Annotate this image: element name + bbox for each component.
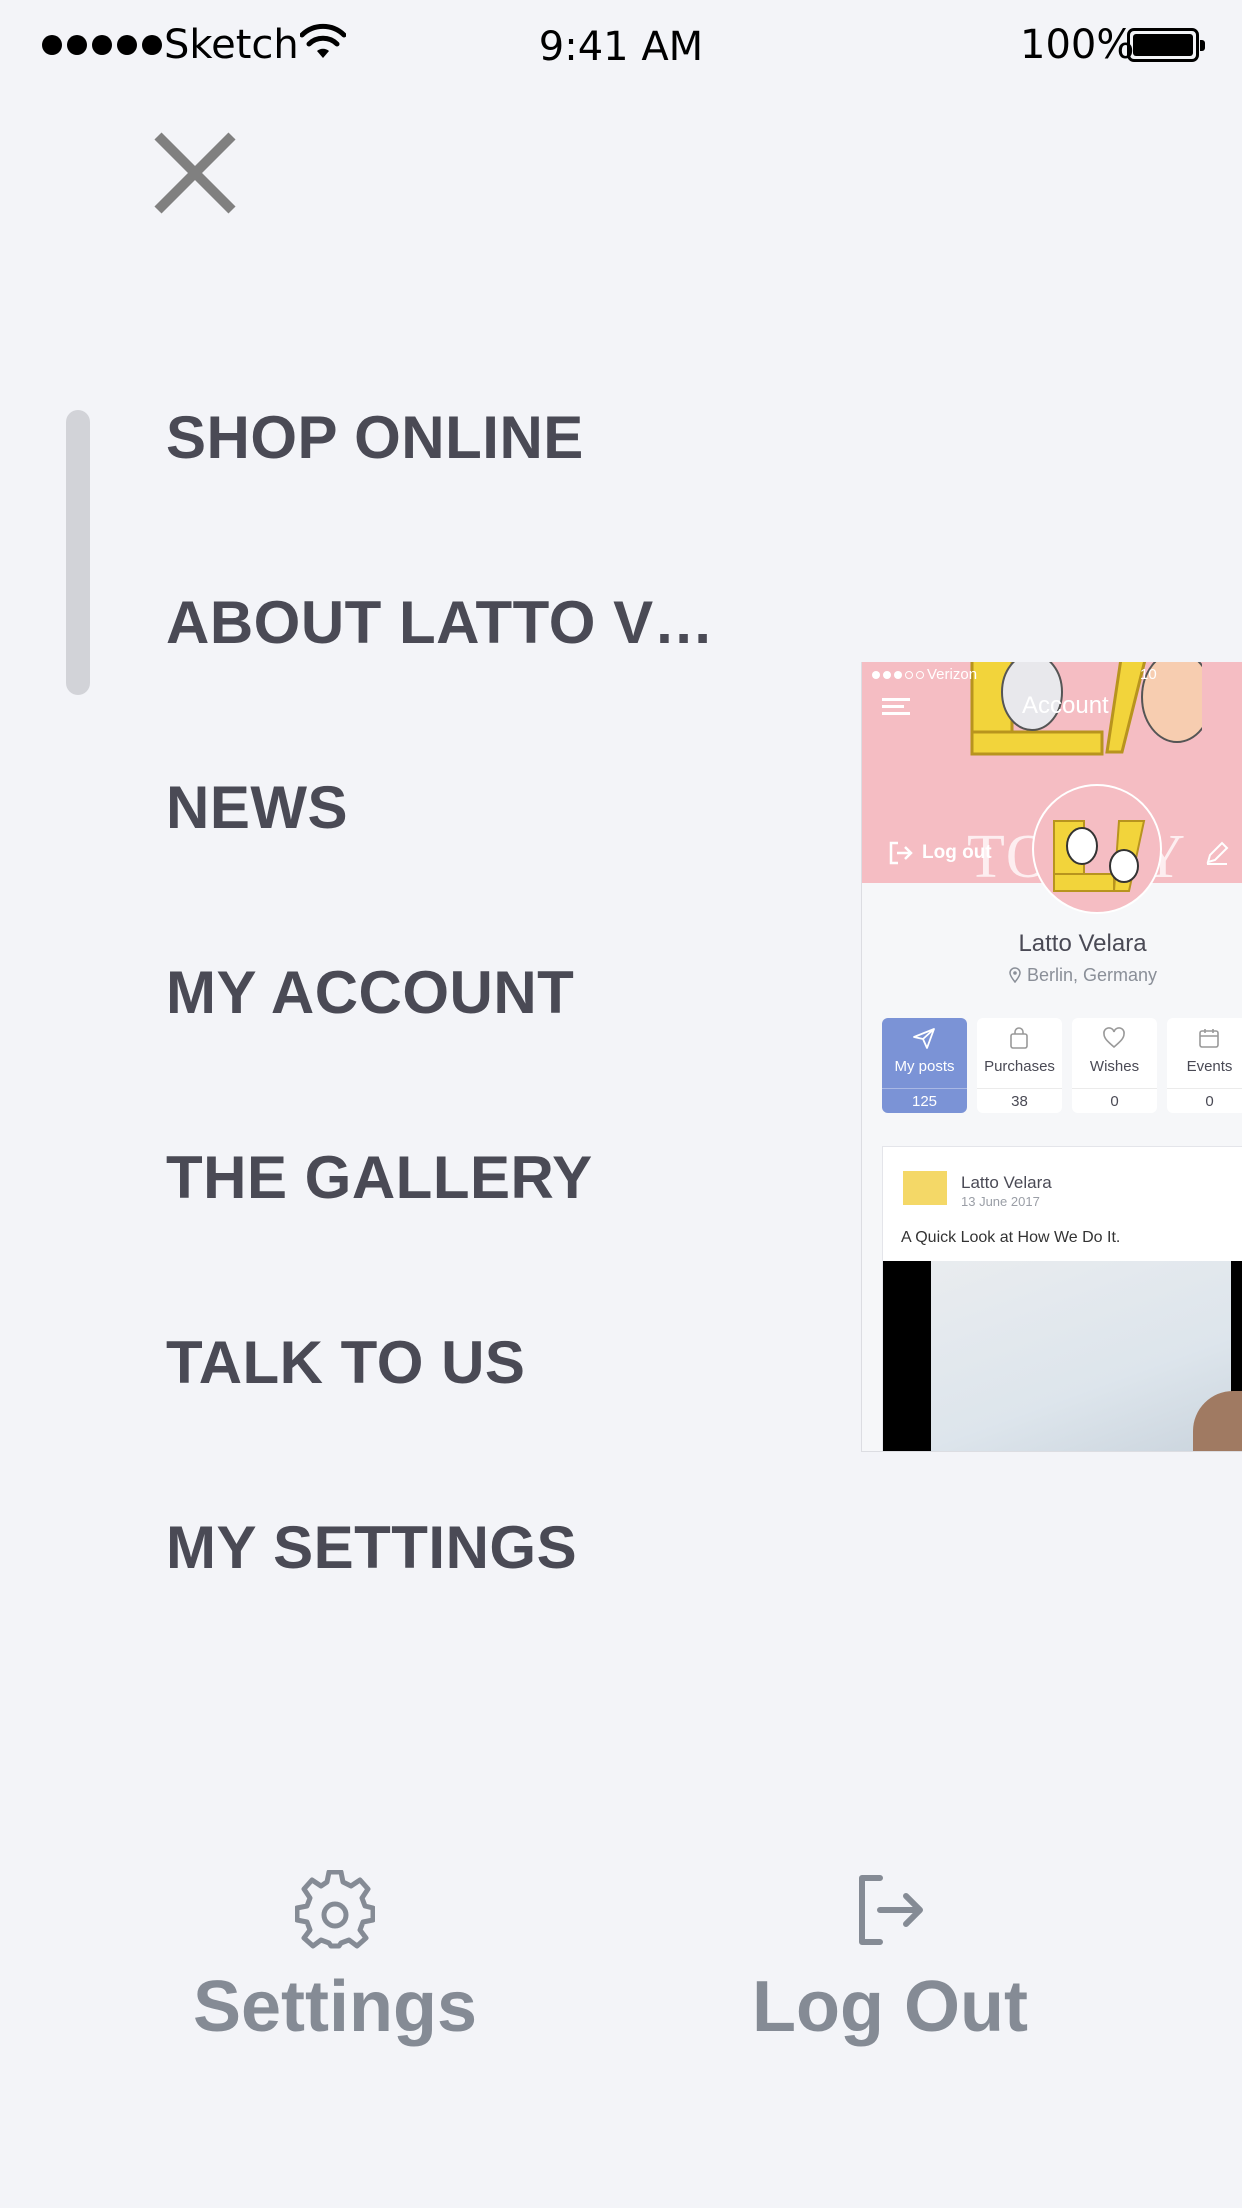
send-icon [913,1028,935,1049]
avatar-logo [1053,820,1146,892]
logout-icon [889,841,913,865]
menu-item-label: SHOP ONLINE [166,404,584,471]
menu-item-label: MY ACCOUNT [166,959,575,1026]
profile-stats: My posts 125 Purchases 38 Wishes 0 Event… [882,1018,1242,1113]
bag-icon [1010,1027,1028,1049]
menu-item-label: MY SETTINGS [166,1514,578,1581]
side-menu: SHOP ONLINE ABOUT LATTO V… NEWS MY ACCOU… [166,395,726,1690]
logout-icon [859,1875,923,1945]
preview-status-bar: Verizon 10 [872,666,1157,683]
stat-my-posts[interactable]: My posts 125 [882,1018,967,1113]
menu-item-news[interactable]: NEWS [166,765,726,950]
gear-icon [295,1870,375,1949]
stat-value: 0 [1072,1088,1157,1110]
heart-icon [1103,1027,1125,1049]
post-video[interactable] [883,1261,1242,1451]
post-author: Latto Velara [961,1173,1052,1192]
menu-item-my-settings[interactable]: MY SETTINGS [166,1505,726,1690]
settings-button[interactable]: Settings [185,1870,485,2048]
location-label: Berlin, Germany [1026,965,1158,985]
battery-percentage: 100% [1020,22,1135,68]
post-author-avatar [903,1171,947,1205]
stat-events[interactable]: Events 0 [1167,1018,1242,1113]
calendar-icon [1199,1029,1219,1048]
stat-value: 125 [882,1088,967,1110]
menu-item-shop-online[interactable]: SHOP ONLINE [166,395,726,580]
preview-battery: 10 [1140,666,1157,683]
menu-item-talk-to-us[interactable]: TALK TO US [166,1320,726,1505]
status-bar: Sketch 9:41 AM 100% [0,0,1242,90]
close-icon [154,132,236,214]
stat-label: Purchases [984,1058,1055,1075]
menu-item-the-gallery[interactable]: THE GALLERY [166,1135,726,1320]
menu-item-label: NEWS [166,774,348,841]
close-button[interactable] [150,128,240,218]
menu-item-about[interactable]: ABOUT LATTO V… [166,580,726,765]
menu-item-label: THE GALLERY [166,1144,593,1211]
post-text: A Quick Look at How We Do It. [901,1229,1121,1246]
post-card[interactable]: Latto Velara 13 June 2017 A Quick Look a… [882,1146,1242,1451]
account-screen-preview[interactable]: TODAY Verizon 10 Account Log out Latto V… [861,662,1242,1452]
log-out-button[interactable]: Log Out [740,1870,1040,2048]
menu-item-my-account[interactable]: MY ACCOUNT [166,950,726,1135]
profile-name: Latto Velara [1018,930,1147,957]
stat-value: 0 [1167,1088,1242,1110]
avatar[interactable] [1032,784,1162,914]
log-out-label: Log Out [752,1967,1028,2047]
stat-label: Wishes [1089,1058,1140,1075]
preview-logout-button[interactable]: Log out [888,840,992,866]
profile-location: Berlin, Germany [862,965,1242,986]
preview-title: Account [1022,692,1109,719]
stat-value: 38 [977,1088,1062,1110]
video-frame [931,1261,1231,1451]
stat-purchases[interactable]: Purchases 38 [977,1018,1062,1113]
edit-icon[interactable] [1204,840,1230,866]
stat-label: My posts [894,1058,955,1075]
battery-icon [1127,28,1205,62]
stat-wishes[interactable]: Wishes 0 [1072,1018,1157,1113]
location-pin-icon [1009,967,1021,984]
preview-logout-label: Log out [922,842,992,863]
menu-item-label: TALK TO US [166,1329,526,1396]
hamburger-icon[interactable] [882,698,910,719]
preview-carrier: Verizon [927,666,978,683]
post-date: 13 June 2017 [961,1194,1040,1209]
stat-label: Events [1186,1058,1233,1075]
settings-label: Settings [192,1967,478,2047]
menu-scroll-indicator[interactable] [66,410,90,695]
menu-item-label: ABOUT LATTO V… [166,589,715,656]
